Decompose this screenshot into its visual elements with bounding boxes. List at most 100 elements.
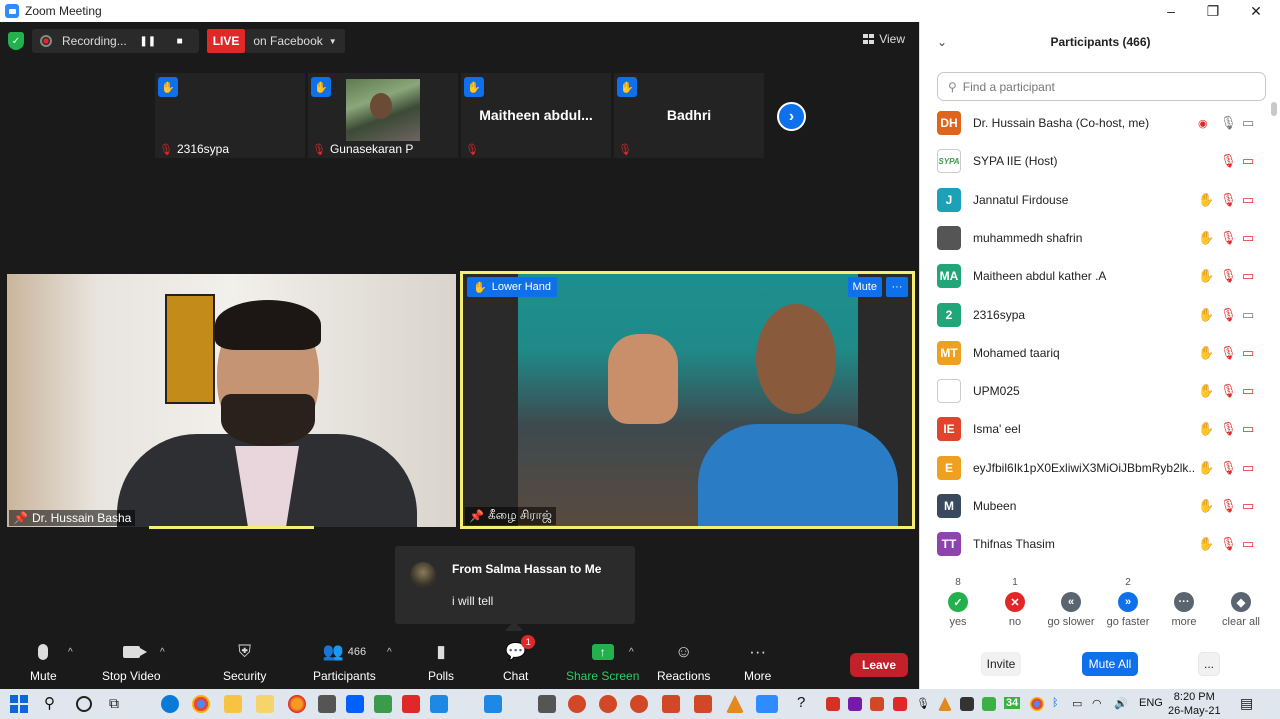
tray-app-icon[interactable]: [893, 697, 907, 711]
powerpoint-icon[interactable]: [599, 695, 617, 713]
folder-icon[interactable]: [256, 695, 274, 713]
mute-participant-button[interactable]: Mute: [847, 277, 882, 297]
stop-video-button[interactable]: Stop Video: [102, 641, 161, 683]
view-button[interactable]: View: [863, 32, 905, 46]
mail-icon[interactable]: [430, 695, 448, 713]
participant-list-scrollbar[interactable]: [1271, 102, 1277, 562]
reactions-button[interactable]: ☺ Reactions: [657, 641, 710, 683]
search-input[interactable]: [962, 79, 1253, 94]
participant-row[interactable]: J Jannatul Firdouse ✋ 🎙 ▭: [920, 181, 1272, 219]
participants-button[interactable]: 👥 466 Participants: [313, 641, 376, 683]
chat-notification[interactable]: From Salma Hassan to Me i will tell: [395, 546, 635, 624]
reaction-go-slower[interactable]: « go slower: [1041, 577, 1101, 628]
cortana-icon[interactable]: [76, 696, 92, 712]
participant-row[interactable]: EeyJfbil6Ik1pX0ExliwiX3MiOiJBbmRyb2lk...…: [920, 449, 1272, 487]
share-options-caret-icon[interactable]: ^: [629, 647, 634, 658]
notification-center-icon[interactable]: ▤: [1240, 695, 1253, 712]
participant-row[interactable]: MA Maitheen abdul kather .A ✋ 🎙 ▭: [920, 257, 1272, 295]
thumbnail-tile[interactable]: ✋ 🎙 2316sypa: [155, 73, 305, 158]
help-icon[interactable]: ?: [797, 694, 805, 711]
participant-row[interactable]: M Mubeen ✋ 🎙 ▭: [920, 487, 1272, 525]
start-icon[interactable]: [10, 695, 28, 713]
bluetooth-icon[interactable]: ᛒ: [1052, 697, 1059, 709]
powerpoint-icon[interactable]: [630, 695, 648, 713]
leave-button[interactable]: Leave: [850, 653, 908, 677]
participants-options-caret-icon[interactable]: ^: [387, 647, 392, 658]
thumbnail-tile[interactable]: ✋ 🎙 Gunasekaran P: [308, 73, 458, 158]
participant-row[interactable]: DH Dr. Hussain Basha (Co-host, me) ◉ 🎙 ▭: [920, 104, 1272, 142]
close-button[interactable]: ✕: [1235, 0, 1277, 22]
reaction-yes[interactable]: 8 ✓ yes: [928, 577, 988, 628]
participant-row[interactable]: MT Mohamed taariq ✋ 🎙 ▭: [920, 334, 1272, 372]
edge-icon[interactable]: [161, 695, 179, 713]
reaction-no[interactable]: 1 ✕ no: [985, 577, 1045, 628]
participant-search[interactable]: ⚲: [937, 72, 1266, 101]
microphone-tray-icon[interactable]: 🎙: [916, 697, 930, 710]
thumbnail-tile[interactable]: ✋ Maitheen abdul... 🎙: [461, 73, 611, 158]
vlc-tray-icon[interactable]: [938, 697, 952, 711]
participant-name: Thifnas Thasim: [973, 537, 1055, 552]
next-page-arrow-icon[interactable]: ›: [777, 102, 806, 131]
language-indicator[interactable]: ENG: [1139, 697, 1163, 709]
dropbox-icon[interactable]: [346, 695, 364, 713]
tray-badge[interactable]: 34: [1004, 697, 1021, 709]
participant-row[interactable]: TT Thifnas Thasim ✋ 🎙 ▭: [920, 525, 1272, 563]
chrome-tray-icon[interactable]: [1030, 697, 1044, 711]
stop-recording-button[interactable]: ■: [169, 30, 191, 52]
mute-all-button[interactable]: Mute All: [1082, 652, 1138, 676]
download-icon[interactable]: [402, 695, 420, 713]
thumbnail-tile[interactable]: ✋ Badhri 🎙: [614, 73, 764, 158]
audio-options-caret-icon[interactable]: ^: [68, 647, 73, 658]
lower-hand-button[interactable]: ✋ Lower Hand: [467, 277, 558, 297]
file-explorer-icon[interactable]: [224, 695, 242, 713]
onenote-icon[interactable]: [848, 697, 862, 711]
security-button[interactable]: ⛨ Security: [223, 641, 266, 683]
reaction-go-faster[interactable]: 2 » go faster: [1098, 577, 1158, 628]
gmail-icon[interactable]: [826, 697, 840, 711]
pause-recording-button[interactable]: ❚❚: [137, 30, 159, 52]
clock[interactable]: 8:20 PM 26-May-21: [1168, 690, 1221, 718]
chrome-icon[interactable]: [192, 695, 210, 713]
minimize-button[interactable]: –: [1150, 0, 1192, 22]
ppt-tray-icon[interactable]: [870, 697, 884, 711]
live-target-dropdown[interactable]: on Facebook ▼: [245, 29, 345, 53]
lower-hand-label: Lower Hand: [491, 281, 552, 293]
restore-button[interactable]: ❐: [1192, 0, 1234, 22]
participant-row[interactable]: IE Isma' eel ✋ 🎙 ▭: [920, 410, 1272, 448]
photos-icon[interactable]: [374, 695, 392, 713]
tray-app-icon[interactable]: [982, 697, 996, 711]
invite-button[interactable]: Invite: [981, 652, 1021, 676]
more-button[interactable]: ··· More: [744, 641, 771, 683]
powerpoint-file-icon[interactable]: [662, 695, 680, 713]
powerpoint-file-icon[interactable]: [694, 695, 712, 713]
volume-icon[interactable]: 🔊: [1114, 697, 1128, 710]
panel-more-button[interactable]: ...: [1198, 652, 1220, 676]
video-tile-active[interactable]: ✋ Lower Hand Mute ··· 📌 கீழை சிராஜ்: [460, 271, 915, 529]
firefox-icon[interactable]: [288, 695, 306, 713]
network-icon[interactable]: ▭: [1072, 697, 1082, 710]
more-options-button[interactable]: ···: [886, 277, 908, 297]
calendar-icon[interactable]: [484, 695, 502, 713]
wifi-icon[interactable]: ◠: [1092, 697, 1102, 710]
video-options-caret-icon[interactable]: ^: [160, 647, 165, 658]
raised-hand-icon: ✋: [1198, 306, 1215, 322]
polls-button[interactable]: ▮ Polls: [428, 641, 454, 683]
usb-tray-icon[interactable]: [960, 697, 974, 711]
participant-row[interactable]: muhammedh shafrin ✋ 🎙 ▭: [920, 219, 1272, 257]
vlc-icon[interactable]: [726, 695, 744, 713]
encryption-shield-icon[interactable]: ✓: [8, 32, 24, 50]
store-icon[interactable]: [318, 695, 336, 713]
task-view-icon[interactable]: ⧉: [109, 695, 119, 712]
search-icon[interactable]: ⚲: [44, 694, 55, 712]
video-tile-speaker[interactable]: 📌 Dr. Hussain Basha: [7, 274, 456, 527]
reaction-clear-all[interactable]: ◆ clear all: [1211, 577, 1271, 628]
word-icon[interactable]: [538, 695, 556, 713]
participant-row[interactable]: SYPA SYPA IIE (Host) 🎙 ▭: [920, 142, 1272, 180]
powerpoint-icon[interactable]: [568, 695, 586, 713]
mute-button[interactable]: Mute: [30, 641, 57, 683]
chat-button[interactable]: 💬 1 Chat: [503, 635, 536, 683]
zoom-taskbar-icon[interactable]: [756, 695, 778, 713]
participant-row[interactable]: UPM025 ✋ 🎙 ▭: [920, 372, 1272, 410]
participant-row[interactable]: 2 2316sypa ✋ 🎙 ▭: [920, 296, 1272, 334]
reaction-more[interactable]: ··· more: [1154, 577, 1214, 628]
